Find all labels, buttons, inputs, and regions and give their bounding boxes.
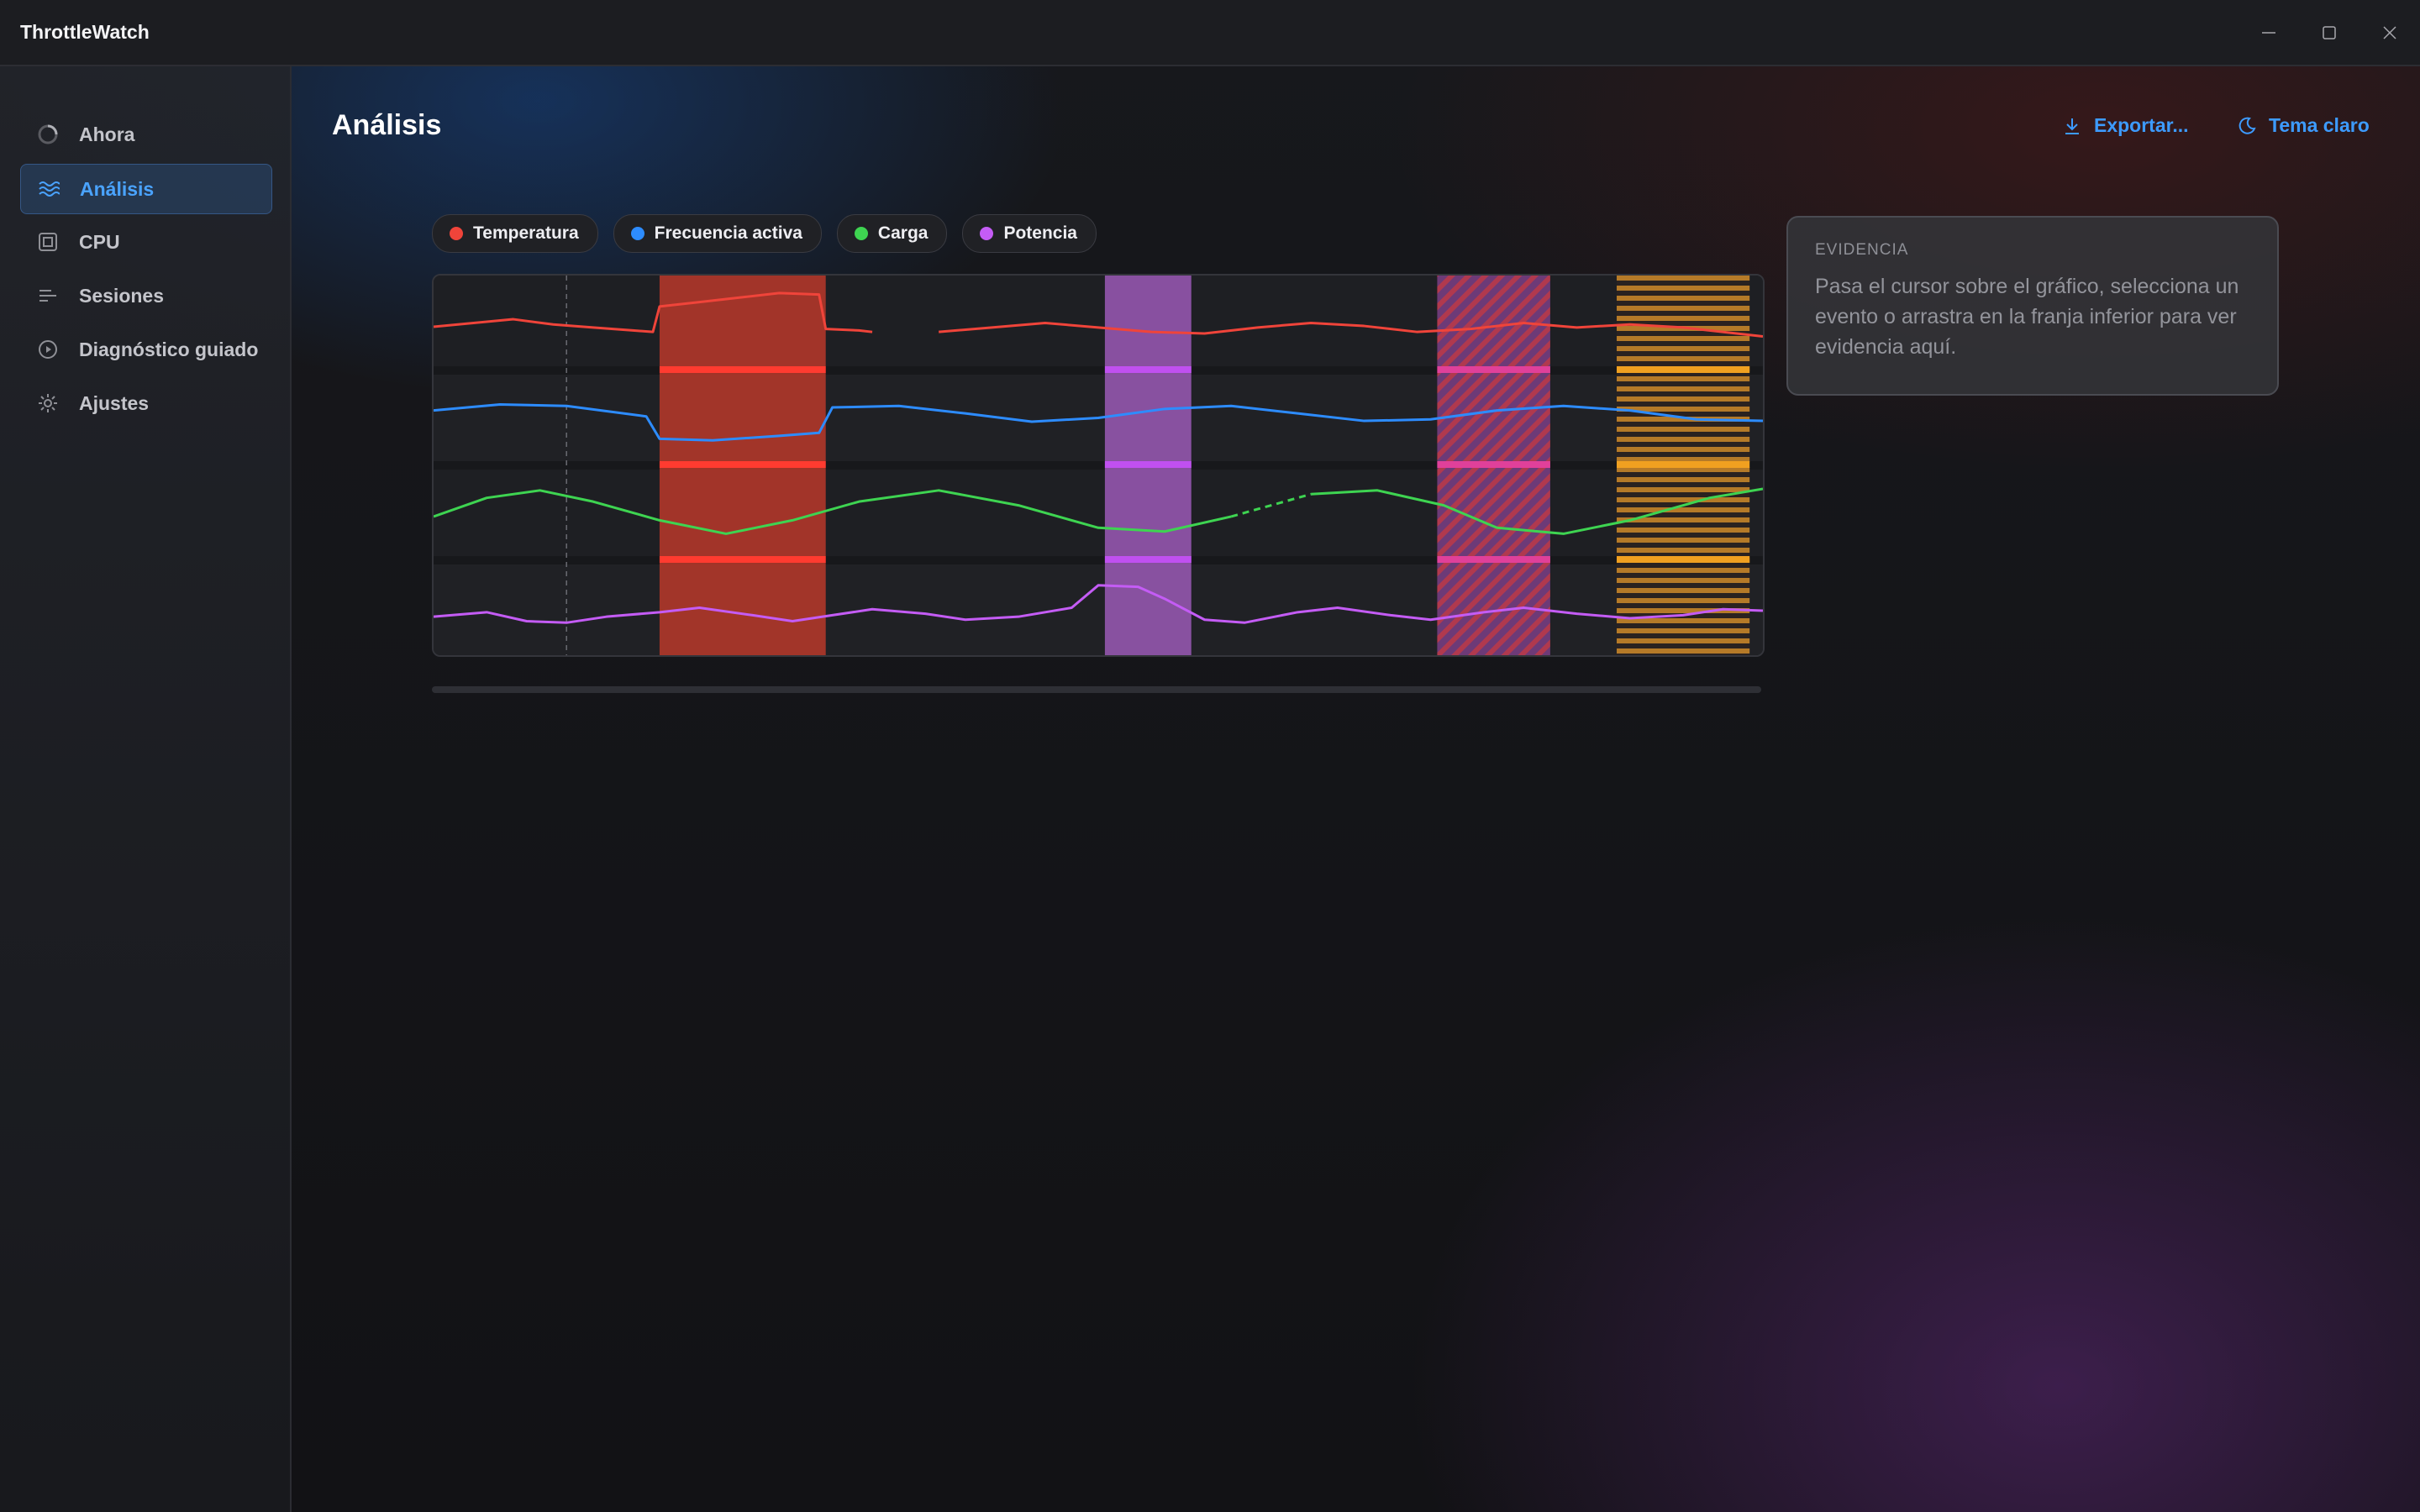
sidebar-item-sesiones[interactable]: Sesiones [20, 271, 271, 320]
sidebar-item-ajustes[interactable]: Ajustes [20, 379, 271, 428]
gear-icon [37, 392, 59, 414]
sidebar-item-cpu[interactable]: CPU [20, 218, 271, 266]
potencia-dot-icon [980, 227, 994, 240]
page-title: Análisis [332, 109, 442, 141]
legend-frecuencia[interactable]: Frecuencia activa [613, 214, 822, 253]
event-marker [1104, 461, 1192, 468]
sidebar-item-analisis[interactable]: Análisis [20, 164, 272, 214]
spinner-icon [37, 123, 59, 145]
close-icon [2383, 25, 2396, 39]
event-marker [1437, 556, 1550, 563]
sidebar-item-label: Diagnóstico guiado [79, 338, 259, 360]
timeline-chart[interactable] [432, 274, 1765, 657]
sidebar-item-diagnostico[interactable]: Diagnóstico guiado [20, 325, 271, 374]
event-marker [1437, 366, 1550, 373]
legend-label: Temperatura [473, 223, 579, 243]
evidence-text: Pasa el cursor sobre el gráfico, selecci… [1815, 275, 2239, 359]
evidence-panel: EVIDENCIA Pasa el cursor sobre el gráfic… [1786, 216, 2279, 396]
sidebar-item-label: Análisis [80, 177, 155, 200]
sidebar-item-label: Ahora [79, 123, 135, 145]
lines-icon [37, 285, 59, 307]
sidebar-item-ahora[interactable]: Ahora [20, 110, 271, 159]
event-marker [1616, 556, 1750, 563]
play-circle-icon [37, 339, 59, 360]
carga-dot-icon [854, 227, 868, 240]
temperatura-dot-icon [450, 227, 463, 240]
moon-icon [2238, 117, 2256, 134]
maximize-icon [2323, 25, 2336, 39]
evidence-title: EVIDENCIA [1815, 241, 1909, 259]
legend-label: Potencia [1003, 223, 1077, 243]
lane-separator [434, 556, 1763, 564]
lane-background [434, 560, 1763, 655]
event-marker [1104, 556, 1192, 563]
event-marker [1437, 461, 1550, 468]
lane-separator [434, 366, 1763, 375]
legend-potencia[interactable]: Potencia [962, 214, 1097, 253]
theme-label: Tema claro [2269, 114, 2370, 136]
chart-svg[interactable] [434, 276, 1763, 655]
waves-icon [38, 178, 60, 200]
lane-background [434, 276, 1763, 370]
export-button[interactable]: Exportar... [2062, 114, 2188, 137]
window-controls [2238, 0, 2420, 65]
lane-separator [434, 461, 1763, 470]
chip-icon [37, 231, 59, 253]
close-button[interactable] [2360, 0, 2420, 65]
minimize-icon [2262, 31, 2275, 34]
event-marker [659, 556, 826, 563]
event-marker [1616, 366, 1750, 373]
sidebar-item-label: Sesiones [79, 284, 164, 307]
chart-legend: Temperatura Frecuencia activa Carga Pote… [432, 214, 1097, 253]
title-bar: ThrottleWatch [0, 0, 2420, 66]
maximize-button[interactable] [2299, 0, 2360, 65]
timeline-scrubber[interactable] [432, 686, 1761, 693]
event-marker [1616, 461, 1750, 468]
sidebar-item-label: Ajustes [79, 391, 150, 414]
event-marker [1104, 366, 1192, 373]
legend-temperatura[interactable]: Temperatura [432, 214, 598, 253]
export-label: Exportar... [2094, 114, 2189, 136]
app-title: ThrottleWatch [20, 21, 150, 43]
sidebar: Ahora Análisis CPU Sesiones Diagnóstico … [0, 66, 292, 1512]
download-icon [2065, 118, 2079, 134]
theme-toggle-button[interactable]: Tema claro [2237, 114, 2370, 137]
legend-label: Frecuencia activa [654, 223, 802, 243]
legend-carga[interactable]: Carga [836, 214, 948, 253]
frecuencia-dot-icon [630, 227, 644, 240]
minimize-button[interactable] [2238, 0, 2299, 65]
legend-label: Carga [877, 223, 929, 243]
event-marker [659, 366, 826, 373]
sidebar-item-label: CPU [79, 230, 120, 253]
event-marker [659, 461, 826, 468]
